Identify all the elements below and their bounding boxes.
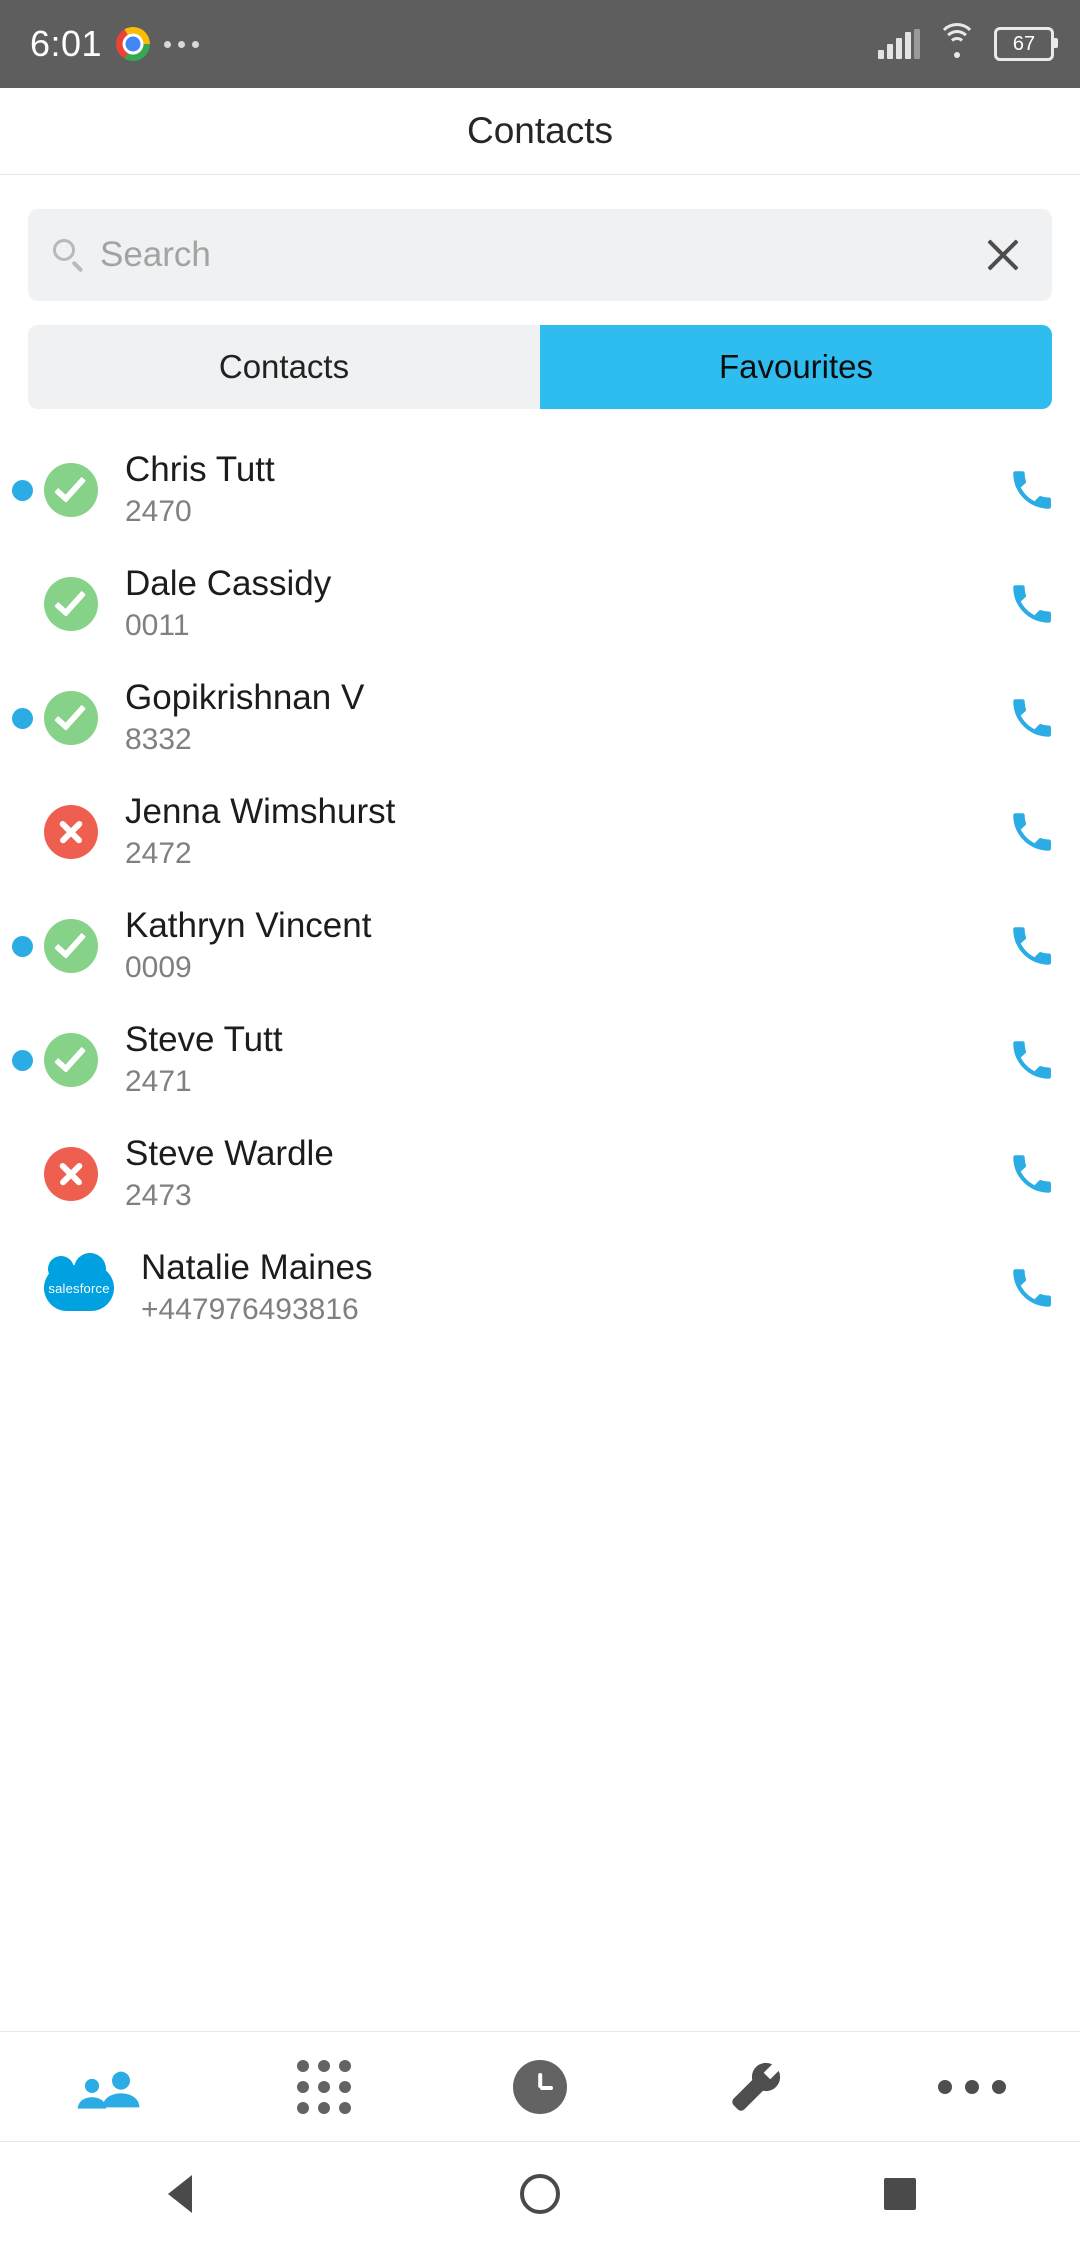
presence-indicator [0, 1049, 44, 1071]
recents-clock-icon [513, 2060, 567, 2114]
status-bar: 6:01 67 [0, 0, 1080, 88]
phone-icon[interactable] [984, 1149, 1080, 1199]
cellular-signal-icon [878, 29, 920, 59]
contact-name: Natalie Maines [141, 1248, 373, 1288]
nav-more[interactable] [864, 2032, 1080, 2142]
contacts-people-icon [75, 2064, 141, 2110]
bottom-navigation [0, 2031, 1080, 2142]
presence-indicator [0, 707, 44, 729]
phone-icon[interactable] [984, 465, 1080, 515]
list-item[interactable]: Kathryn Vincent 0009 [0, 889, 1080, 1003]
search-icon [52, 238, 86, 272]
check-avatar [44, 577, 98, 631]
contact-name: Steve Tutt [125, 1020, 283, 1060]
contact-number: 8332 [125, 723, 192, 757]
contact-number: 2470 [125, 495, 192, 529]
contact-name: Kathryn Vincent [125, 906, 372, 946]
more-dots-icon [164, 40, 200, 48]
presence-indicator [0, 594, 44, 615]
contact-name: Jenna Wimshurst [125, 792, 396, 832]
check-avatar [44, 1033, 98, 1087]
cross-avatar [44, 805, 98, 859]
check-avatar [44, 919, 98, 973]
list-item[interactable]: Gopikrishnan V 8332 [0, 661, 1080, 775]
app-header: Contacts [0, 88, 1080, 175]
dialpad-icon [297, 2060, 351, 2114]
segmented-control: Contacts Favourites [28, 325, 1052, 409]
contact-number: 0011 [125, 609, 190, 643]
contact-number: 2473 [125, 1179, 192, 1213]
more-ellipsis-icon [938, 2080, 1006, 2094]
nav-contacts[interactable] [0, 2032, 216, 2142]
tab-favourites[interactable]: Favourites [540, 325, 1052, 409]
android-recents-button[interactable] [720, 2178, 1080, 2210]
recents-square-icon [884, 2178, 916, 2210]
contact-meta: Natalie Maines +447976493816 [141, 1248, 984, 1327]
salesforce-label: salesforce [48, 1280, 110, 1296]
nav-recents[interactable] [432, 2032, 648, 2142]
android-navigation-bar [0, 2141, 1080, 2246]
contact-name: Steve Wardle [125, 1134, 334, 1174]
phone-icon[interactable] [984, 579, 1080, 629]
search-field[interactable]: Search [28, 209, 1052, 301]
android-back-button[interactable] [0, 2175, 360, 2213]
contact-meta: Gopikrishnan V 8332 [125, 678, 984, 757]
check-avatar [44, 691, 98, 745]
phone-icon[interactable] [984, 693, 1080, 743]
page-title: Contacts [466, 110, 613, 151]
list-item[interactable]: Steve Tutt 2471 [0, 1003, 1080, 1117]
contact-name: Dale Cassidy [125, 564, 332, 604]
phone-icon[interactable] [984, 921, 1080, 971]
presence-indicator [0, 479, 44, 501]
presence-indicator [0, 1278, 44, 1299]
phone-icon[interactable] [984, 807, 1080, 857]
chrome-icon [116, 27, 151, 61]
status-bar-left: 6:01 [30, 23, 200, 65]
contact-meta: Jenna Wimshurst 2472 [125, 792, 984, 871]
presence-indicator [0, 822, 44, 843]
settings-wrench-icon [732, 2062, 781, 2111]
close-icon[interactable] [980, 232, 1026, 278]
nav-dialpad[interactable] [216, 2032, 432, 2142]
contact-meta: Chris Tutt 2470 [125, 450, 984, 529]
check-avatar [44, 463, 98, 517]
cross-avatar [44, 1147, 98, 1201]
home-circle-icon [520, 2174, 560, 2214]
contacts-list: Chris Tutt 2470 Dale Cassidy 0011 Gopikr… [0, 433, 1080, 1345]
contact-meta: Dale Cassidy 0011 [125, 564, 984, 643]
contact-name: Gopikrishnan V [125, 678, 365, 718]
contact-meta: Steve Tutt 2471 [125, 1020, 984, 1099]
wifi-icon [937, 23, 977, 59]
list-item[interactable]: salesforce Natalie Maines +447976493816 [0, 1231, 1080, 1345]
presence-indicator [0, 935, 44, 957]
list-item[interactable]: Jenna Wimshurst 2472 [0, 775, 1080, 889]
contact-name: Chris Tutt [125, 450, 275, 490]
back-triangle-icon [168, 2175, 192, 2213]
tab-section: Contacts Favourites [0, 301, 1080, 409]
contact-number: 2471 [125, 1065, 192, 1099]
status-bar-right: 67 [878, 23, 1058, 61]
android-home-button[interactable] [360, 2174, 720, 2214]
phone-icon[interactable] [984, 1263, 1080, 1313]
search-section: Search [0, 175, 1080, 301]
contact-meta: Steve Wardle 2473 [125, 1134, 984, 1213]
status-bar-clock: 6:01 [30, 23, 103, 64]
phone-icon[interactable] [984, 1035, 1080, 1085]
contact-number: 0009 [125, 951, 192, 985]
nav-settings[interactable] [648, 2032, 864, 2142]
presence-indicator [0, 1164, 44, 1185]
contact-meta: Kathryn Vincent 0009 [125, 906, 984, 985]
search-input[interactable]: Search [100, 235, 980, 275]
contact-number: 2472 [125, 837, 192, 871]
list-item[interactable]: Steve Wardle 2473 [0, 1117, 1080, 1231]
contact-number: +447976493816 [141, 1293, 359, 1327]
tab-contacts[interactable]: Contacts [28, 325, 540, 409]
list-item[interactable]: Dale Cassidy 0011 [0, 547, 1080, 661]
battery-icon: 67 [994, 27, 1058, 61]
salesforce-avatar: salesforce [44, 1253, 114, 1314]
list-item[interactable]: Chris Tutt 2470 [0, 433, 1080, 547]
battery-level-label: 67 [1012, 33, 1036, 55]
